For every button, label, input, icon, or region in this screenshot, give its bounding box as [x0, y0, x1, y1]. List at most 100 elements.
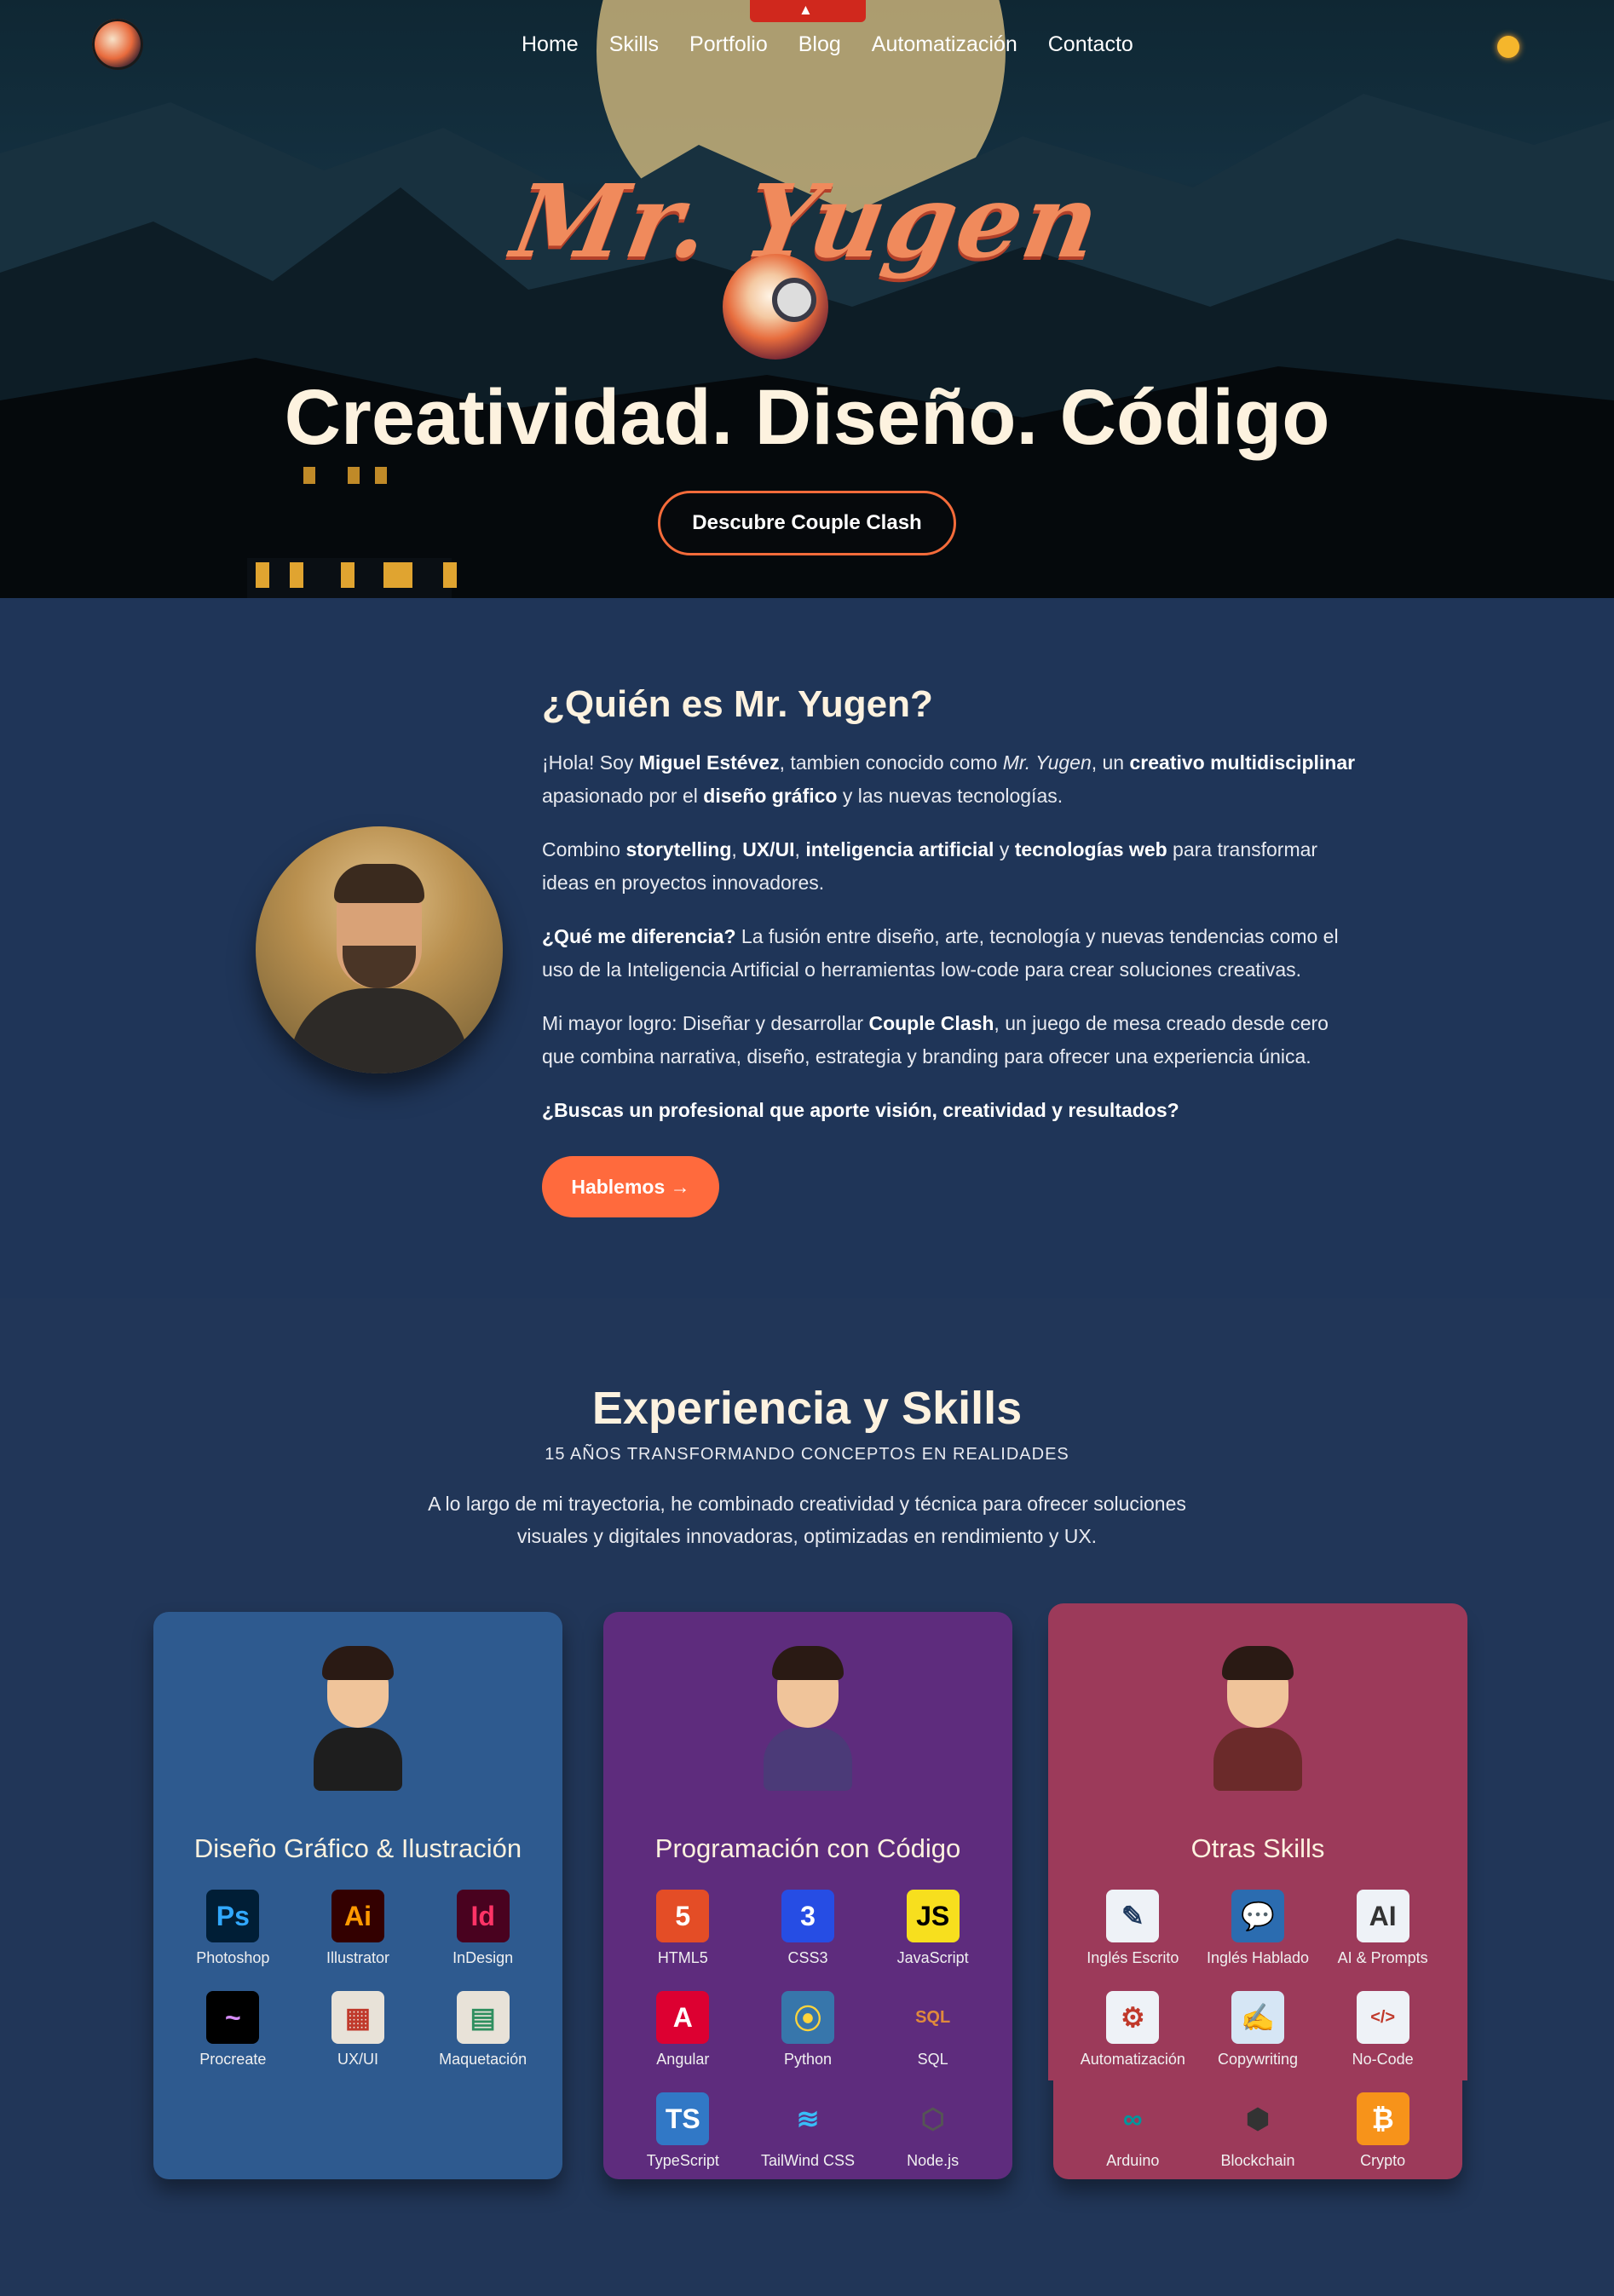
- skills-subtitle: 15 AÑOS TRANSFORMANDO CONCEPTOS EN REALI…: [545, 1445, 1069, 1464]
- skill-item: ⬡ Node.js: [870, 2092, 995, 2170]
- skill-label: Node.js: [907, 2152, 960, 2169]
- blockchain-icon: ⬢: [1246, 2103, 1270, 2134]
- skill-label: Crypto: [1360, 2152, 1406, 2169]
- crypto-icon: ₿: [1356, 2092, 1409, 2145]
- skill-label: Illustrator: [326, 1949, 389, 1966]
- layout-icon: ▤: [456, 1991, 510, 2044]
- profile-avatar: [256, 826, 503, 1073]
- skills-title: Experiencia y Skills: [591, 1383, 1023, 1434]
- skill-item: AI AI & Prompts: [1320, 1890, 1445, 1967]
- skill-item: Ps Photoshop: [170, 1890, 296, 1967]
- nav-link-automatizacion[interactable]: Automatización: [872, 32, 1017, 57]
- about-paragraph-1: ¡Hola! Soy Miguel Estévez, tambien conoc…: [542, 751, 1356, 807]
- nodejs-icon: ⬡: [920, 2103, 945, 2134]
- html5-icon: 5: [656, 1890, 710, 1942]
- arduino-icon: ∞: [1122, 2103, 1143, 2134]
- skill-item: SQL SQL: [870, 1991, 995, 2069]
- indesign-icon: Id: [456, 1890, 510, 1942]
- skills-description: A lo largo de mi trayectoria, he combina…: [428, 1493, 1186, 1547]
- skill-item: ⚙ Automatización: [1070, 1991, 1196, 2069]
- nav-link-blog[interactable]: Blog: [798, 32, 841, 57]
- about-paragraph-2: Combino storytelling, UX/UI, inteligenci…: [542, 838, 1318, 894]
- typescript-icon: TS: [656, 2092, 710, 2145]
- skill-label: Blockchain: [1220, 2152, 1295, 2169]
- skill-item: Id InDesign: [420, 1890, 545, 1967]
- top-navigation: Home Skills Portfolio Blog Automatizació…: [0, 0, 1614, 94]
- developer-character-illustration: [748, 1646, 868, 1799]
- angular-icon: A: [656, 1991, 710, 2044]
- javascript-icon: JS: [906, 1890, 960, 1942]
- skill-item: 3 CSS3: [746, 1890, 871, 1967]
- skill-item: TS TypeScript: [620, 2092, 746, 2170]
- python-icon: ⦿: [781, 1991, 834, 2044]
- skill-label: JavaScript: [896, 1949, 969, 1966]
- skill-item: JS JavaScript: [870, 1890, 995, 1967]
- theme-toggle-sun-icon[interactable]: [1497, 36, 1519, 58]
- skill-label: Inglés Escrito: [1087, 1949, 1179, 1966]
- card-title: Diseño Gráfico & Ilustración: [193, 1833, 522, 1863]
- skill-item: ∞ Arduino: [1070, 2092, 1196, 2170]
- css3-icon: 3: [781, 1890, 834, 1942]
- skill-label: CSS3: [787, 1949, 828, 1966]
- skill-label: Angular: [656, 2051, 710, 2068]
- nav-link-portfolio[interactable]: Portfolio: [689, 32, 768, 57]
- skill-label: SQL: [917, 2051, 948, 2068]
- illustrator-icon: Ai: [331, 1890, 384, 1942]
- skill-item: ⦿ Python: [746, 1991, 871, 2069]
- skill-label: Inglés Hablado: [1206, 1949, 1310, 1966]
- skill-item: ✎ Inglés Escrito: [1070, 1890, 1196, 1967]
- skill-item: ✍ Copywriting: [1196, 1991, 1321, 2069]
- card-title: Otras Skills: [1190, 1833, 1325, 1863]
- procreate-icon: ~: [206, 1991, 260, 2044]
- skill-item: A Angular: [620, 1991, 746, 2069]
- about-paragraph-5: ¿Buscas un profesional que aporte visión…: [542, 1099, 1179, 1121]
- skill-label: AI & Prompts: [1337, 1949, 1428, 1966]
- nav-link-contacto[interactable]: Contacto: [1048, 32, 1133, 57]
- skill-item: ≋ TailWind CSS: [746, 2092, 871, 2170]
- skill-label: HTML5: [657, 1949, 708, 1966]
- skill-item: Ai Illustrator: [296, 1890, 421, 1967]
- skill-item: 5 HTML5: [620, 1890, 746, 1967]
- hero-script-title: Mr. Yugen: [504, 162, 1110, 280]
- skill-item: ~ Procreate: [170, 1991, 296, 2069]
- skill-label: Python: [783, 2051, 833, 2068]
- english-written-icon: ✎: [1106, 1890, 1160, 1942]
- skill-label: TailWind CSS: [760, 2152, 855, 2169]
- skill-grid: Ps Photoshop Ai Illustrator Id InDesign ~ Procr…: [170, 1890, 545, 2069]
- about-title: ¿Quién es Mr. Yugen?: [542, 683, 933, 725]
- sql-icon: SQL: [915, 2007, 951, 2027]
- nav-links: Home Skills Portfolio Blog Automatizació…: [522, 32, 1133, 57]
- hero-logo: [723, 254, 828, 360]
- lets-talk-button[interactable]: Hablemos →: [542, 1156, 719, 1217]
- hero-section: Home Skills Portfolio Blog Automatizació…: [0, 0, 1614, 598]
- copywriting-icon: ✍: [1231, 1991, 1284, 2044]
- about-content: ¿Quién es Mr. Yugen? ¡Hola! Soy Miguel E…: [542, 683, 1360, 1217]
- skill-label: InDesign: [452, 1949, 514, 1966]
- skill-card-design: Diseño Gráfico & Ilustración Ps Photoshop…: [153, 1612, 562, 2179]
- skill-item: 💬 Inglés Hablado: [1196, 1890, 1321, 1967]
- ai-prompts-icon: AI: [1356, 1890, 1409, 1942]
- skill-card-code: Programación con Código 5 HTML5 3 CSS3 JS Jav…: [603, 1612, 1012, 2179]
- skill-item: </> No-Code: [1320, 1991, 1445, 2069]
- skill-label: Maquetación: [439, 2051, 527, 2068]
- about-paragraph-3: ¿Qué me diferencia? La fusión entre dise…: [542, 925, 1339, 981]
- ux-ui-icon: ▦: [331, 1991, 384, 2044]
- notification-tab[interactable]: [750, 0, 866, 22]
- skill-label: Procreate: [199, 2051, 267, 2068]
- skill-label: Arduino: [1106, 2152, 1160, 2169]
- site-logo[interactable]: [92, 19, 143, 70]
- designer-character-illustration: [298, 1646, 418, 1799]
- skill-item: ▦ UX/UI: [296, 1991, 421, 2069]
- skill-label: No-Code: [1352, 2051, 1414, 2068]
- nav-link-home[interactable]: Home: [522, 32, 579, 57]
- skill-card-other: Otras Skills ✎ Inglés Escrito 💬 Inglés Habl…: [1048, 1603, 1467, 2179]
- skill-label: UX/UI: [337, 2051, 378, 2068]
- hero-headline: Creatividad. Diseño. Código: [284, 374, 1330, 461]
- about-section: ¿Quién es Mr. Yugen? ¡Hola! Soy Miguel E…: [0, 598, 1614, 1298]
- tailwind-icon: ≋: [796, 2103, 820, 2134]
- nav-link-skills[interactable]: Skills: [609, 32, 659, 57]
- discover-couple-clash-button[interactable]: Descubre Couple Clash: [658, 491, 956, 555]
- skill-grid: 5 HTML5 3 CSS3 JS JavaScript A Angular ⦿ Python SQ…: [620, 1890, 995, 2170]
- photoshop-icon: Ps: [206, 1890, 260, 1942]
- skill-item: ▤ Maquetación: [420, 1991, 545, 2069]
